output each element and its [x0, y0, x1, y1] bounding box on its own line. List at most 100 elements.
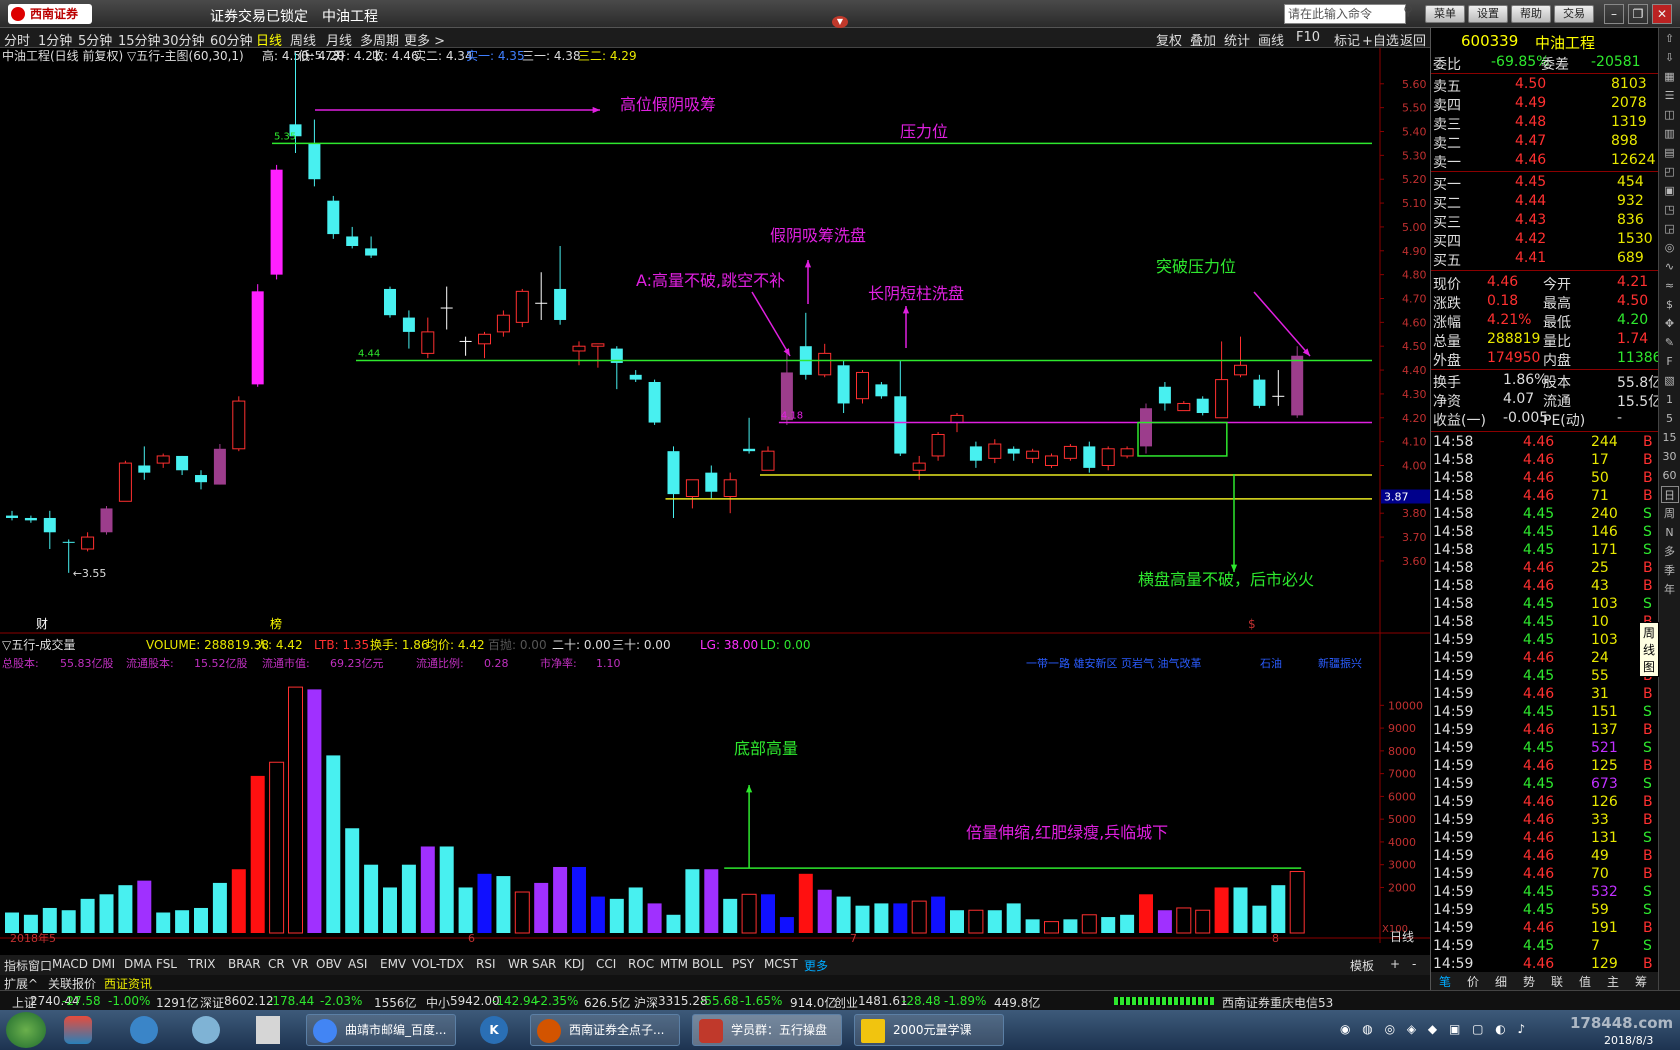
- tool-button[interactable]: F10: [1296, 30, 1320, 45]
- indicator-tab[interactable]: 窗口: [28, 957, 52, 974]
- draw-icon[interactable]: ✎: [1661, 334, 1679, 351]
- indicator-tab[interactable]: TRIX: [188, 957, 215, 971]
- volume-bar[interactable]: [1006, 903, 1021, 933]
- volume-bar[interactable]: [514, 891, 530, 934]
- volume-bar[interactable]: [99, 894, 114, 933]
- wave-icon[interactable]: ∿: [1661, 258, 1679, 275]
- volume-bar[interactable]: [590, 896, 605, 933]
- period-day[interactable]: 日: [1660, 486, 1679, 503]
- tool-button[interactable]: 复权: [1156, 30, 1182, 49]
- volume-bar[interactable]: [761, 894, 775, 933]
- f10-icon[interactable]: ▣: [1661, 182, 1679, 199]
- period-quarter[interactable]: 季: [1661, 562, 1679, 579]
- radar-icon[interactable]: ◎: [1661, 239, 1679, 256]
- volume-bar[interactable]: [5, 912, 19, 933]
- candle[interactable]: [251, 284, 264, 387]
- volume-bar[interactable]: [383, 887, 397, 933]
- rsi-icon[interactable]: ≈: [1661, 277, 1679, 294]
- quote-tab[interactable]: 笔: [1439, 973, 1451, 990]
- volume-bar[interactable]: [572, 866, 586, 933]
- candle[interactable]: [648, 379, 661, 425]
- candle[interactable]: [384, 286, 396, 318]
- candle-icon[interactable]: ▥: [1661, 125, 1679, 142]
- indicator-tab[interactable]: SAR: [532, 957, 556, 971]
- volume-bar[interactable]: [1176, 907, 1192, 934]
- grid-icon[interactable]: ▦: [1661, 68, 1679, 85]
- volume-bar[interactable]: [175, 910, 190, 933]
- volume-bar[interactable]: [1157, 910, 1172, 933]
- indicator-tab[interactable]: KDJ: [564, 957, 585, 971]
- tool-button[interactable]: 统计: [1224, 30, 1250, 49]
- volume-bar[interactable]: [1195, 909, 1211, 934]
- period-tab[interactable]: 30分钟: [162, 30, 205, 49]
- candle[interactable]: [213, 444, 226, 485]
- volume-bar[interactable]: [250, 775, 265, 933]
- rank-icon[interactable]: ◲: [1661, 220, 1679, 237]
- search-icon[interactable]: ⚲: [1398, 4, 1418, 24]
- candle[interactable]: [931, 432, 945, 461]
- stats-icon[interactable]: ◳: [1661, 201, 1679, 218]
- task-folder[interactable]: 2000元量学课: [854, 1014, 1004, 1046]
- volume-bar[interactable]: [23, 914, 38, 933]
- volume-bar[interactable]: [553, 866, 568, 933]
- period-week[interactable]: 周: [1661, 505, 1679, 522]
- period-tab[interactable]: 15分钟: [118, 30, 161, 49]
- quote-tab[interactable]: 主: [1607, 973, 1619, 990]
- restore-icon[interactable]: ❐: [1628, 4, 1648, 24]
- indicator-tab[interactable]: WR: [508, 957, 528, 971]
- period-year[interactable]: 年: [1661, 581, 1679, 598]
- volume-bar[interactable]: [326, 755, 341, 933]
- period-5-icon[interactable]: 5: [1661, 410, 1679, 427]
- volume-bar[interactable]: [1214, 887, 1229, 933]
- taskbar-k-icon[interactable]: K: [480, 1016, 508, 1044]
- volume-bar[interactable]: [609, 898, 624, 933]
- zoom-in-button[interactable]: +: [1390, 957, 1400, 971]
- volume-bar[interactable]: [458, 887, 473, 933]
- candle[interactable]: [875, 381, 888, 399]
- candle[interactable]: [270, 164, 283, 280]
- volume-bar[interactable]: [855, 905, 870, 933]
- volume-bar[interactable]: [118, 885, 133, 933]
- volume-bar[interactable]: [798, 873, 813, 933]
- candle[interactable]: [100, 506, 113, 535]
- taskbar-files-icon[interactable]: [256, 1016, 280, 1044]
- down-arrow-icon[interactable]: ⇩: [1661, 49, 1679, 66]
- period-tab[interactable]: 分时: [4, 30, 30, 49]
- table-icon[interactable]: ▤: [1661, 144, 1679, 161]
- indicator-tab[interactable]: CR: [268, 957, 285, 971]
- quote-tab[interactable]: 筹: [1635, 973, 1647, 990]
- indicator-tab[interactable]: BRAR: [228, 957, 261, 971]
- volume-bar[interactable]: [439, 846, 454, 933]
- period-tab[interactable]: 更多 >: [404, 30, 445, 49]
- indicator-tab[interactable]: ASI: [348, 957, 367, 971]
- up-arrow-icon[interactable]: ⇧: [1661, 30, 1679, 47]
- indicator-tab[interactable]: MTM: [660, 957, 688, 971]
- candle[interactable]: [118, 460, 132, 502]
- indicator-tab[interactable]: VOL-TDX: [412, 957, 464, 971]
- volume-bar[interactable]: [496, 876, 511, 933]
- chart-area[interactable]: 中油工程(日线 前复权) ▽五行-主图(60,30,1) 高: 4.50低: 4.…: [0, 48, 1430, 943]
- volume-bar[interactable]: [1139, 894, 1153, 933]
- volume-bar[interactable]: [817, 889, 832, 933]
- tool-button[interactable]: 叠加: [1190, 30, 1216, 49]
- indicator-tab[interactable]: DMI: [92, 957, 115, 971]
- candle[interactable]: [1140, 403, 1152, 454]
- period-15-icon[interactable]: 15: [1661, 429, 1679, 446]
- volume-bar[interactable]: [1252, 905, 1267, 933]
- period-tab[interactable]: 日线: [256, 30, 282, 49]
- menu-button[interactable]: 菜单: [1425, 5, 1465, 23]
- trade-button[interactable]: 交易: [1554, 5, 1594, 23]
- volume-bar[interactable]: [685, 869, 700, 933]
- template-button[interactable]: 模板: [1350, 957, 1374, 974]
- indicator-tab[interactable]: FSL: [156, 957, 177, 971]
- help-button[interactable]: 帮助: [1511, 5, 1551, 23]
- tool-button[interactable]: 返回: [1400, 30, 1426, 49]
- volume-bar[interactable]: [723, 898, 738, 933]
- volume-bar[interactable]: [137, 880, 152, 933]
- volume-bar[interactable]: [364, 864, 379, 933]
- volume-bar[interactable]: [931, 896, 946, 933]
- quote-tab[interactable]: 细: [1495, 973, 1507, 990]
- volume-bar[interactable]: [836, 896, 851, 933]
- pic-icon[interactable]: ▧: [1661, 372, 1679, 389]
- candle[interactable]: [1253, 374, 1266, 409]
